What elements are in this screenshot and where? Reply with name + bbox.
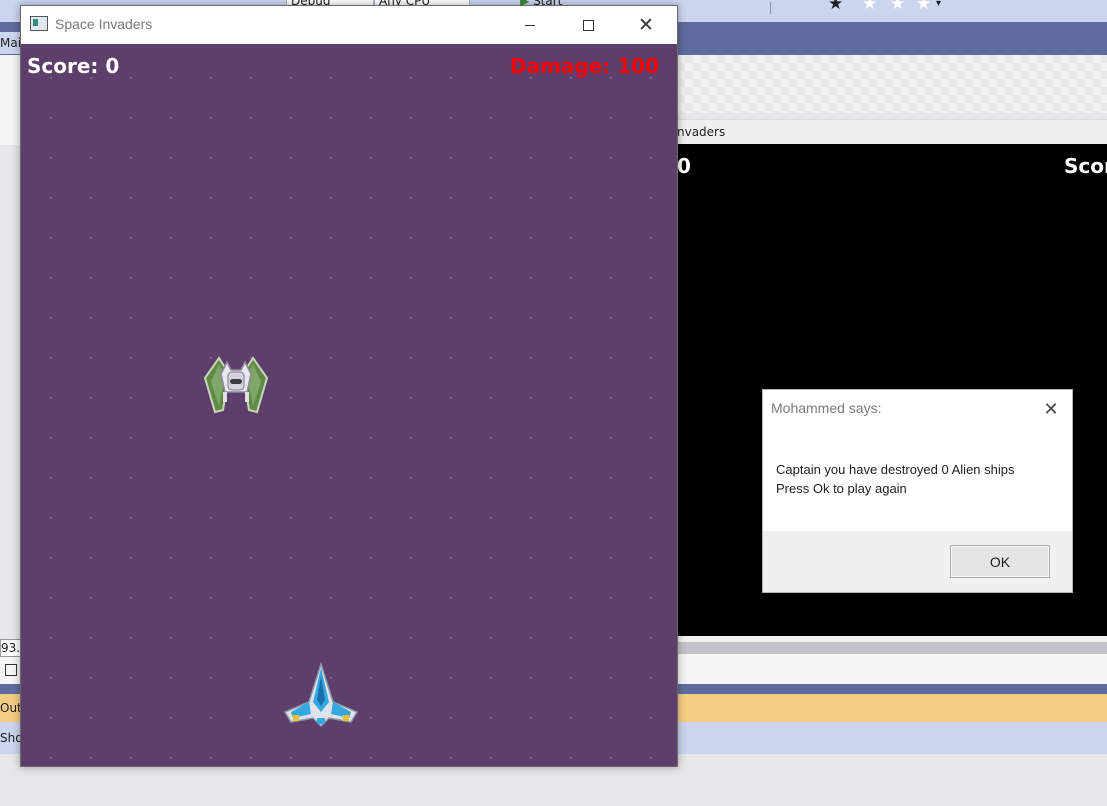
toolbar-overflow-icon[interactable]: ▾ (936, 0, 941, 9)
player-ship-icon (283, 662, 359, 728)
close-button[interactable]: ✕ (623, 6, 669, 44)
damage-label: Damage: 100 (509, 54, 659, 78)
dialog-footer: OK (763, 531, 1072, 592)
message-dialog: Mohammed says: ✕ Captain you have destro… (762, 389, 1073, 593)
designer-score-label: Scor (1064, 154, 1107, 178)
dialog-close-button[interactable]: ✕ (1033, 394, 1069, 424)
toolbar-separator (770, 2, 771, 14)
bookmark-icon[interactable]: ★ (862, 0, 877, 14)
layout-icon[interactable] (5, 664, 17, 676)
horizontal-scrollbar[interactable] (677, 642, 1107, 654)
window-app-icon (30, 16, 48, 31)
dialog-message-line1: Captain you have destroyed 0 Alien ships (776, 462, 1015, 477)
maximize-button[interactable] (565, 6, 611, 44)
tab-main[interactable]: Mai (0, 32, 22, 54)
close-icon: ✕ (1043, 398, 1059, 420)
bookmark-icon[interactable]: ★ (890, 0, 905, 14)
minimize-icon (525, 24, 535, 26)
close-icon: ✕ (638, 13, 654, 36)
vs-designer-surface (677, 55, 1107, 113)
bookmark-icon[interactable]: ★ (916, 0, 931, 14)
bookmark-icon[interactable]: ★ (828, 0, 843, 14)
window-titlebar[interactable]: Space Invaders ✕ (21, 6, 677, 44)
ok-button[interactable]: OK (950, 545, 1050, 578)
minimize-button[interactable] (507, 6, 553, 44)
alien-ship-icon (203, 356, 269, 414)
maximize-icon (582, 19, 594, 31)
designer-form-title: nvaders (677, 119, 1107, 145)
designer-label-text: 0 (677, 154, 691, 178)
game-canvas[interactable]: Score: 0 Damage: 100 (21, 44, 677, 766)
dialog-title: Mohammed says: (771, 400, 882, 416)
dialog-message-line2: Press Ok to play again (776, 481, 907, 496)
score-label: Score: 0 (27, 54, 120, 78)
space-invaders-window: Space Invaders ✕ Score: 0 Damage: 100 (20, 5, 678, 767)
window-title: Space Invaders (55, 16, 153, 32)
